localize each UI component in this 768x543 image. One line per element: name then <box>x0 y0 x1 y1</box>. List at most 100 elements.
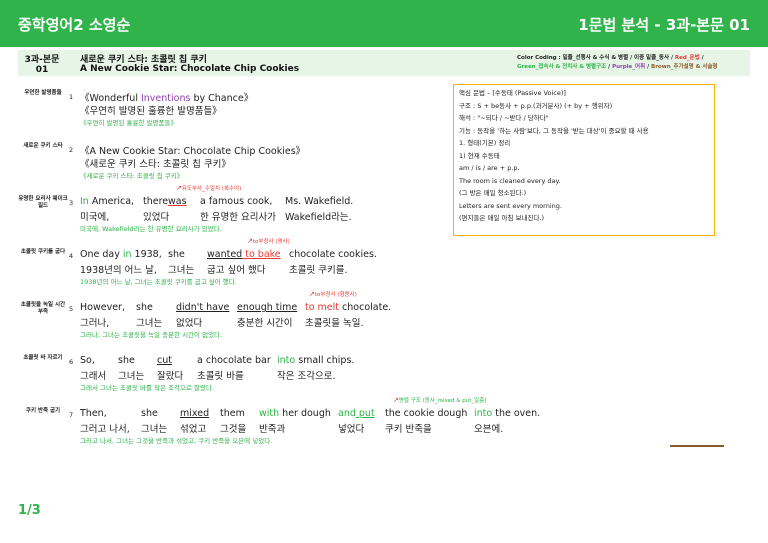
row-korean: 《새로운 쿠키 스타: 초콜릿 칩 쿠키》 <box>80 159 231 170</box>
row-label: 쿠키 반죽 굽기 <box>25 408 61 414</box>
en-part: there <box>143 196 169 207</box>
en-prep-group: into the oven. <box>474 408 540 419</box>
en-prep: in <box>119 249 132 260</box>
row-label: 초콜릿을 녹일 시간 부족 <box>20 302 66 315</box>
en-infinitive-group: to melt chocolate. <box>305 302 391 313</box>
row-korean: 없었다 <box>176 318 203 329</box>
en-conj: So, <box>80 355 95 366</box>
en-verb: wanted <box>207 249 243 260</box>
row-label: 우연한 발명품들 <box>24 90 62 96</box>
row-korean: 그녀는 <box>141 424 168 435</box>
en-part: One day <box>80 249 120 260</box>
lesson-code-line1: 3과-본문 <box>24 55 60 65</box>
en-part: she <box>118 355 135 366</box>
grammar-title: 핵심 문법 – [수동태 (Passive Voice)] <box>459 89 566 97</box>
en-conj: and <box>338 408 356 419</box>
en-part: chocolate. <box>339 302 392 313</box>
grammar-line: 기능 : 동작을 '하는 사람'보다, 그 동작을 '받는 대상'이 중요할 때… <box>459 126 649 135</box>
en-verb: mixed <box>180 408 210 419</box>
cc-text-a: Color Coding : 밑줄_선행사 & 수식 & 병렬 / 이중 밑줄_… <box>517 55 675 61</box>
grammar-note: ↗to부정사 (명사) <box>247 237 290 245</box>
row-korean: 《우연히 발명된 훌륭한 발명품들》 <box>80 106 222 117</box>
row-korean: 있었다 <box>143 212 170 223</box>
row-korean: 충분한 시간이 <box>237 318 293 329</box>
en-prep-group: with her dough <box>259 408 331 419</box>
brand-title: 중학영어2 소영순 <box>18 16 131 34</box>
grammar-line: 구조 : S + be동사 + p.p.(과거분사) (+ by + 행위자) <box>459 101 613 110</box>
grammar-line: (그 방은 매일 청소된다.) <box>459 189 527 197</box>
grammar-note: ↗유도부사_수일치 (복수이) <box>176 184 241 192</box>
row-korean: 그녀는 <box>136 318 163 329</box>
row-english: One day in 1938, <box>80 249 162 260</box>
row-korean: 섞었고 <box>180 424 207 435</box>
grammar-line: The room is cleaned every day. <box>459 176 561 185</box>
note-text: 유도부사_수일치 (복수이) <box>181 186 242 192</box>
grammar-note: ↗to부정사 (형용사) <box>309 290 357 298</box>
en-prep: with <box>259 408 280 419</box>
row-korean: 반죽과 <box>259 424 286 435</box>
grammar-line: 1. 형태(기본) 정리 <box>459 139 511 147</box>
cc-green: Green_접속사 & 전치사 & 병렬구조 <box>517 64 607 70</box>
row-english: 《A New Cookie Star: Chocolate Chip Cooki… <box>80 146 306 157</box>
grammar-line: (편지들은 매일 아침 보내진다.) <box>459 214 545 222</box>
en-part: small chips. <box>295 355 355 366</box>
en-part: chocolate cookies. <box>289 249 377 260</box>
en-verb: put <box>355 408 375 419</box>
lesson-code: 3과-본문 01 <box>22 52 62 75</box>
en-part: America, <box>88 196 135 207</box>
en-part: them <box>220 408 245 419</box>
row-korean: 초콜릿 쿠키를. <box>289 265 348 276</box>
en-prep: In <box>80 196 89 207</box>
row-korean: 초콜릿을 녹일. <box>305 318 364 329</box>
row-korean: Wakefield라는. <box>285 212 352 223</box>
en-part: the oven. <box>492 408 541 419</box>
row-korean: 그러나, <box>80 318 110 329</box>
en-part: a chocolate bar <box>197 355 271 366</box>
note-text: to부정사 (명사) <box>252 239 290 245</box>
en-conj: However, <box>80 302 125 313</box>
cc-text-b: / <box>699 55 704 61</box>
en-part: Ms. Wakefield. <box>285 196 354 207</box>
row-label: 새로운 쿠키 스타 <box>23 143 63 149</box>
row-label: 초콜릿 바 자르기 <box>23 355 63 361</box>
row-english: In America, <box>80 196 134 207</box>
row-translation: 미국에, Wakefield라는 한 유명한 요리사가 있었다. <box>80 225 222 233</box>
en-part: 1938, <box>131 249 162 260</box>
row-korean: 작은 조각으로. <box>277 371 336 382</box>
row-korean: 굽고 싶어 했다 <box>207 265 266 276</box>
row-english: 《Wonderful Inventions by Chance》 <box>80 90 253 104</box>
cc-red: Red_문법 <box>674 55 700 61</box>
row-number: 7 <box>69 411 74 419</box>
row-translation: 그러고 나서, 그녀는 그것을 반죽과 섞었고, 쿠키 반죽을 오븐에 넣었다. <box>80 437 273 445</box>
row-number: 2 <box>69 146 74 154</box>
row-number: 4 <box>69 252 74 260</box>
row-number: 6 <box>69 358 74 366</box>
row-translation: 《우연히 발명된 훌륭한 발명품들》 <box>80 119 177 127</box>
row-label: 초콜릿 쿠키를 굽다 <box>20 249 66 255</box>
en-infinitive: to melt <box>305 302 340 313</box>
en-prep: into <box>474 408 493 419</box>
row-korean: 넣었다 <box>338 424 365 435</box>
grammar-line: 1) 현재 수동태 <box>459 151 500 160</box>
page-number: 1/3 <box>18 503 41 518</box>
grammar-line: am / is / are + p.p. <box>459 164 520 172</box>
grammar-line: Letters are sent every morning. <box>459 201 562 210</box>
row-korean: 그러고 나서, <box>80 424 130 435</box>
row-number: 5 <box>69 305 74 313</box>
row-korean: 오븐에. <box>474 424 504 435</box>
en-conj-group: and put <box>338 408 375 419</box>
row-translation: 그러나, 그녀는 초콜릿을 녹일 충분한 시간이 없었다. <box>80 331 223 339</box>
en-conj: Then, <box>80 408 107 419</box>
en-verb: didn't have <box>176 302 230 313</box>
grammar-box: 핵심 문법 – [수동태 (Passive Voice)] 구조 : S + b… <box>453 84 715 236</box>
en-part: she <box>168 249 185 260</box>
en-prep: into <box>277 355 296 366</box>
row-label: 유명한 요리사 웨이크필드 <box>18 196 68 209</box>
en-verb: cut <box>157 355 172 366</box>
unit-title: 1문법 분석 - 3과-본문 01 <box>578 16 750 34</box>
row-korean: 초콜릿 바를 <box>197 371 244 382</box>
row-korean: 그래서 <box>80 371 107 382</box>
row-korean: 미국에, <box>80 212 110 223</box>
row-number: 3 <box>69 199 74 207</box>
row-korean: 그녀는 <box>118 371 145 382</box>
